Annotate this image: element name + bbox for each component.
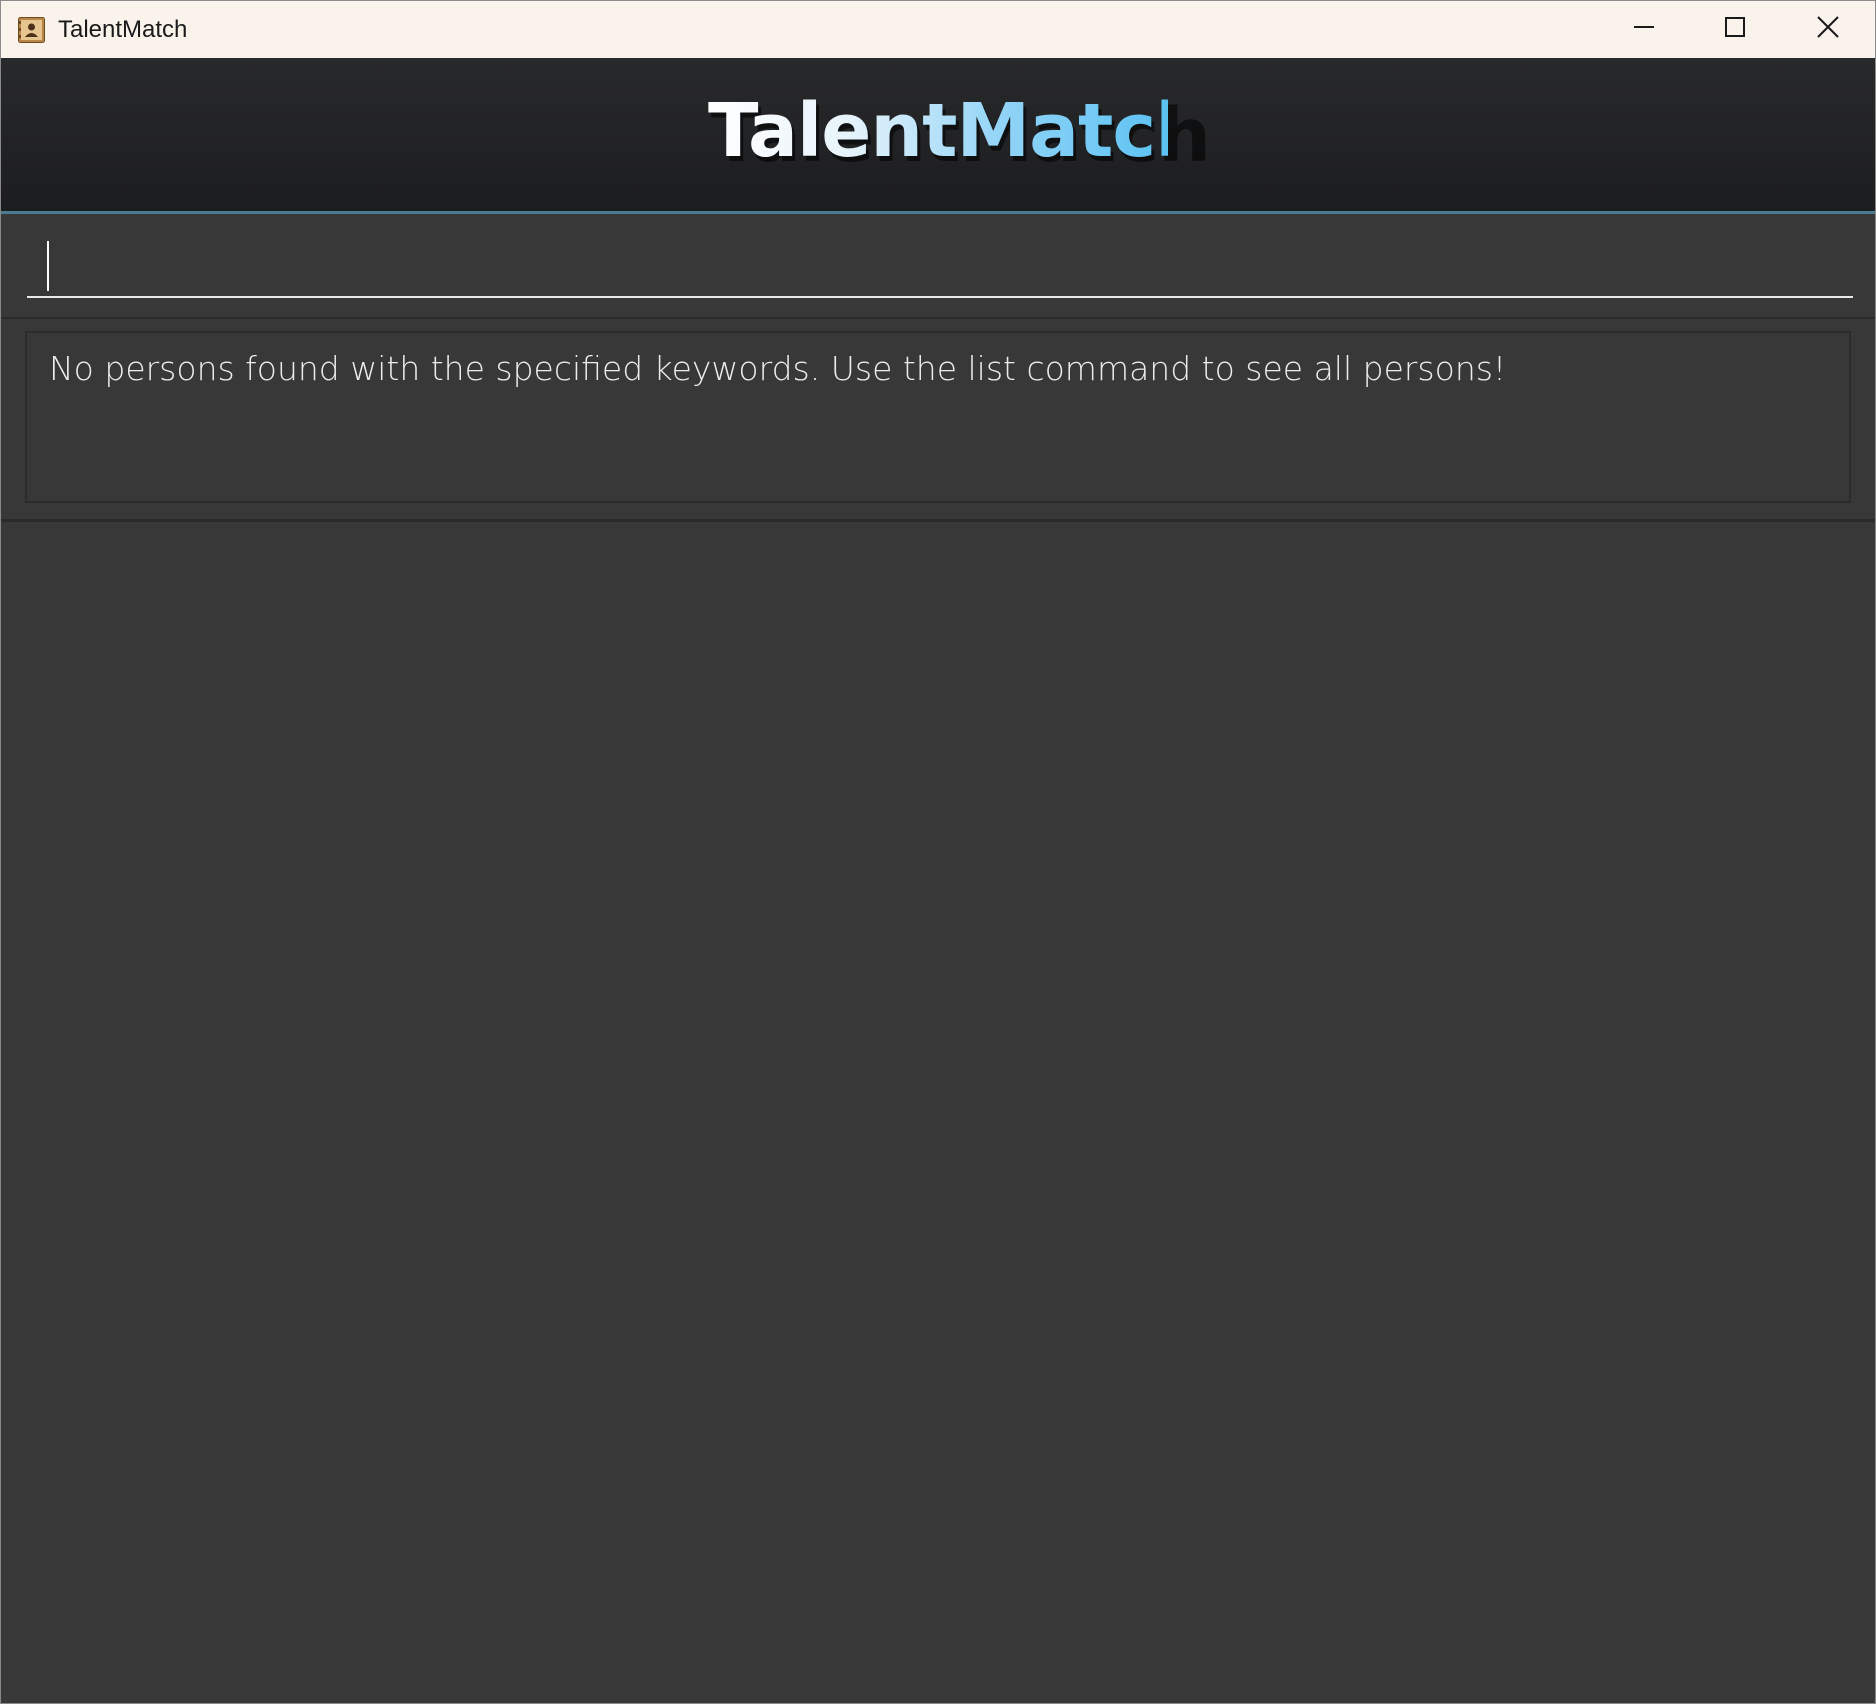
result-text-area[interactable]: No persons found with the specified keyw…: [25, 331, 1851, 503]
app-header: TalentMatch TalentMatch: [1, 58, 1875, 214]
close-button[interactable]: [1783, 1, 1873, 58]
result-display: No persons found with the specified keyw…: [1, 319, 1875, 522]
app-title: TalentMatch: [708, 88, 1208, 174]
minimize-icon: [1633, 16, 1655, 43]
result-message: No persons found with the specified keyw…: [49, 349, 1507, 388]
person-list[interactable]: [1, 522, 1875, 1703]
text-caret: [47, 241, 49, 291]
command-input[interactable]: [27, 232, 1853, 298]
command-box: [1, 214, 1875, 319]
app-window: TalentMatch TalentMatch TalentMatch: [0, 0, 1876, 1704]
window-title: TalentMatch: [58, 16, 188, 43]
title-bar: TalentMatch: [1, 1, 1875, 58]
maximize-icon: [1724, 16, 1746, 43]
minimize-button[interactable]: [1599, 1, 1689, 58]
maximize-button[interactable]: [1690, 1, 1780, 58]
address-book-icon: [18, 17, 45, 43]
close-icon: [1816, 15, 1840, 44]
